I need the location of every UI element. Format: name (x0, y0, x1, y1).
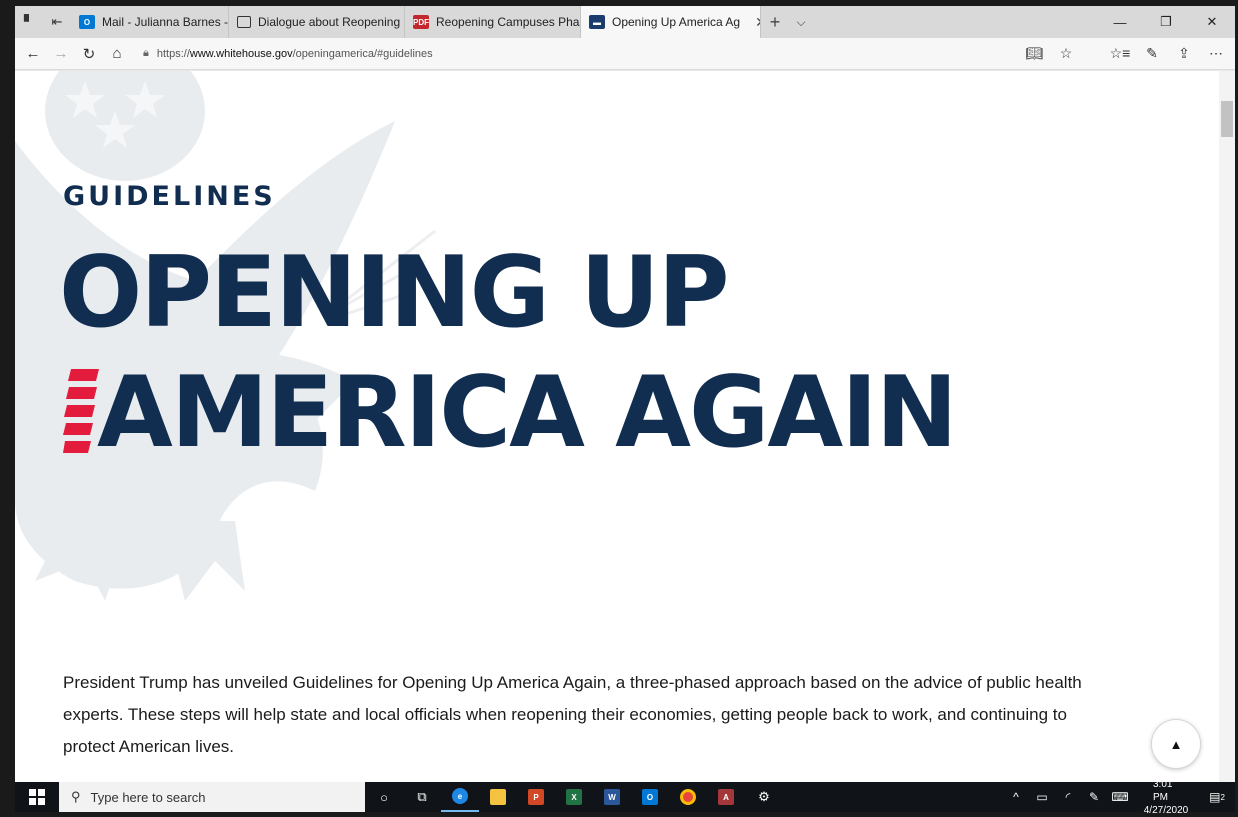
browser-window: ▘ ⇤ O Mail - Julianna Barnes - Out Dialo… (15, 6, 1235, 782)
search-icon: ⚲ (71, 789, 81, 804)
tab-preview-icon[interactable]: ⇤ (43, 6, 71, 38)
tab-label: Mail - Julianna Barnes - Out (102, 15, 229, 29)
taskbar-search-box[interactable]: ⚲ Type here to search (59, 782, 365, 812)
web-note-icon[interactable]: ✎ (1137, 41, 1167, 67)
favorite-star-icon[interactable]: ☆ (1051, 41, 1081, 67)
chrome-icon[interactable] (669, 782, 707, 812)
outlook-icon: O (79, 15, 95, 29)
system-clock[interactable]: 3:01 PM 4/27/2020 (1133, 778, 1199, 817)
scroll-to-top-button[interactable]: ▲ (1151, 719, 1201, 769)
favorites-hub-icon[interactable]: ☆≡ (1105, 41, 1135, 67)
back-button[interactable]: ← (19, 40, 47, 68)
tray-chevron-icon[interactable]: ^ (1003, 790, 1029, 804)
tab-label: Reopening Campuses Phase (436, 15, 581, 29)
pdf-icon: PDF (413, 15, 429, 29)
minimize-icon[interactable]: — (1097, 6, 1143, 38)
word-icon[interactable]: W (593, 782, 631, 812)
pen-icon[interactable]: ✎ (1081, 790, 1107, 804)
page-icon (237, 16, 251, 28)
whitehouse-icon: ▬ (589, 15, 605, 29)
more-icon[interactable]: ⋯ (1201, 41, 1231, 67)
battery-icon[interactable]: ▭ (1029, 790, 1055, 804)
section-eyebrow: GUIDELINES (63, 181, 276, 212)
file-explorer-icon[interactable] (479, 782, 517, 812)
wifi-icon[interactable]: ◜ (1055, 790, 1081, 804)
page-content: GUIDELINES OPENING UP AMERICA AGAIN Pres… (15, 71, 1235, 782)
lock-icon: 🔒︎ (143, 47, 149, 59)
cortana-icon[interactable]: ○ (365, 782, 403, 812)
close-window-icon[interactable]: ✕ (1189, 6, 1235, 38)
reading-view-icon[interactable]: 📖︎ (1019, 41, 1049, 67)
settings-gear-icon[interactable]: ⚙ (745, 782, 783, 812)
new-tab-button[interactable]: + (761, 6, 789, 38)
access-icon[interactable]: A (707, 782, 745, 812)
windows-logo-icon (29, 789, 45, 805)
outlook-icon[interactable]: O (631, 782, 669, 812)
share-icon[interactable]: ⇪ (1169, 41, 1199, 67)
windows-taskbar: ⚲ Type here to search ○ ⧉ e P X W O A ⚙ … (15, 779, 1235, 816)
tab-dropdown-icon[interactable]: ⌵ (789, 6, 813, 38)
action-center-icon[interactable]: ▤ 2 (1199, 790, 1235, 804)
start-button[interactable] (15, 782, 59, 812)
forward-button[interactable]: → (47, 40, 75, 68)
home-button[interactable]: ⌂ (103, 40, 131, 68)
edge-icon[interactable]: e (441, 782, 479, 812)
tab-dialogue[interactable]: Dialogue about Reopening (229, 6, 405, 38)
task-view-icon[interactable]: ⧉ (403, 782, 441, 812)
scrollbar-thumb[interactable] (1221, 101, 1233, 137)
scrollbar[interactable] (1219, 71, 1235, 782)
headline-line-1: OPENING UP (59, 236, 730, 350)
refresh-button[interactable]: ↻ (75, 40, 103, 68)
tab-bar: ▘ ⇤ O Mail - Julianna Barnes - Out Dialo… (15, 6, 1235, 38)
url-field[interactable]: 🔒︎ https://www.whitehouse.gov/openingame… (143, 42, 963, 66)
tab-opening-up-america[interactable]: ▬ Opening Up America Ag ✕ (581, 6, 761, 38)
address-bar: ← → ↻ ⌂ 🔒︎ https://www.whitehouse.gov/op… (15, 38, 1235, 70)
flag-stripes-icon (63, 369, 99, 453)
tab-label: Opening Up America Ag (612, 15, 741, 29)
tab-label: Dialogue about Reopening (258, 15, 401, 29)
powerpoint-icon[interactable]: P (517, 782, 555, 812)
keyboard-icon[interactable]: ⌨ (1107, 790, 1133, 804)
set-aside-tabs-icon[interactable]: ▘ (15, 6, 43, 38)
intro-paragraph: President Trump has unveiled Guidelines … (63, 673, 1082, 756)
excel-icon[interactable]: X (555, 782, 593, 812)
tab-reopening-campuses[interactable]: PDF Reopening Campuses Phase (405, 6, 581, 38)
restore-icon[interactable]: ❐ (1143, 6, 1189, 38)
tab-mail[interactable]: O Mail - Julianna Barnes - Out (71, 6, 229, 38)
headline-line-2: AMERICA AGAIN (97, 356, 958, 470)
